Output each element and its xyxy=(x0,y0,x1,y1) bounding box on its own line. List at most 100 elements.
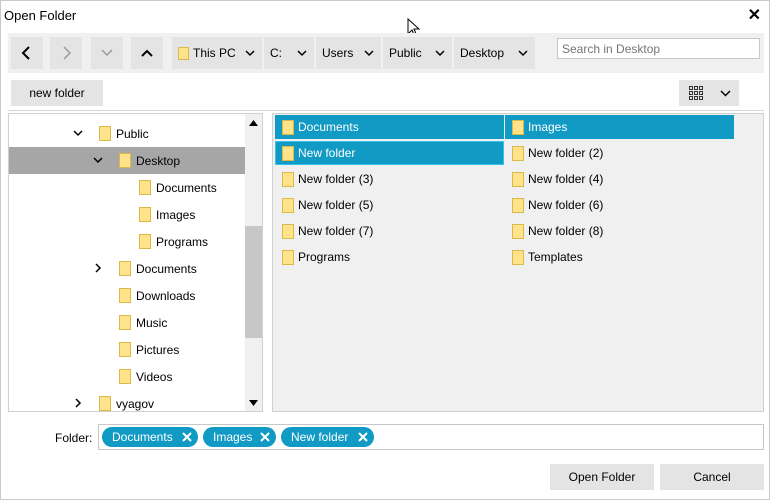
file-item-label: New folder xyxy=(298,146,356,160)
history-dropdown-button[interactable] xyxy=(91,37,123,69)
file-list-item[interactable]: New folder (5) xyxy=(275,193,504,217)
folder-icon xyxy=(119,342,131,357)
chevron-up-icon xyxy=(141,49,153,57)
open-folder-button[interactable]: Open Folder xyxy=(550,464,654,490)
breadcrumb-this-pc[interactable]: This PC xyxy=(172,37,262,69)
chevron-right-icon[interactable] xyxy=(73,398,83,408)
tree-item[interactable]: vyagov xyxy=(9,390,245,411)
file-list-item[interactable]: Documents xyxy=(275,115,504,139)
folder-chip: New folder xyxy=(281,427,374,447)
folder-chip: Documents xyxy=(102,427,198,447)
chevron-right-icon[interactable] xyxy=(93,263,103,273)
cancel-button[interactable]: Cancel xyxy=(660,464,764,490)
folder-icon xyxy=(512,146,524,161)
tree-item[interactable]: Desktop xyxy=(9,147,245,174)
tree-item-label: Images xyxy=(156,208,196,222)
tree-item-label: Public xyxy=(116,127,149,141)
folder-icon xyxy=(99,126,111,141)
remove-chip-icon[interactable] xyxy=(182,432,192,442)
breadcrumb-desktop[interactable]: Desktop xyxy=(454,37,535,69)
tree-item[interactable]: Public xyxy=(9,120,245,147)
remove-chip-icon[interactable] xyxy=(358,432,368,442)
back-button[interactable] xyxy=(11,37,43,69)
folder-field-label: Folder: xyxy=(55,431,93,445)
tree-item-label: Documents xyxy=(156,181,217,195)
close-icon[interactable]: ✕ xyxy=(748,5,761,25)
file-list-item[interactable]: Templates xyxy=(505,245,734,269)
grid-view-icon xyxy=(689,86,703,100)
tree-item[interactable]: Images xyxy=(9,201,245,228)
file-item-label: New folder (3) xyxy=(298,172,374,186)
chevron-down-icon xyxy=(435,50,445,57)
tree-item-label: Downloads xyxy=(136,289,196,303)
folder-icon xyxy=(512,120,524,135)
chevron-down-icon[interactable] xyxy=(73,128,83,138)
navigation-bar: This PC C: Users Public Desktop xyxy=(8,33,764,73)
tree-item[interactable]: Documents xyxy=(9,255,245,282)
file-list-item[interactable]: New folder (2) xyxy=(505,141,734,165)
tree-item[interactable]: Programs xyxy=(9,228,245,255)
tree-item-label: Videos xyxy=(136,370,173,384)
scroll-up-icon[interactable] xyxy=(249,120,258,126)
view-mode-button[interactable] xyxy=(679,80,739,106)
file-list-item[interactable]: New folder xyxy=(275,141,504,165)
chevron-down-icon xyxy=(101,49,113,57)
breadcrumb-c-drive[interactable]: C: xyxy=(264,37,314,69)
folder-icon xyxy=(178,46,189,60)
folder-icon xyxy=(119,369,131,384)
file-list-item[interactable]: New folder (8) xyxy=(505,219,734,243)
tree-item[interactable]: Documents xyxy=(9,174,245,201)
file-item-label: Documents xyxy=(298,120,359,134)
breadcrumb-public[interactable]: Public xyxy=(383,37,452,69)
chevron-right-icon xyxy=(63,46,72,60)
search-input[interactable] xyxy=(557,38,760,59)
tree-scrollbar[interactable] xyxy=(245,114,262,411)
file-list-item[interactable]: New folder (4) xyxy=(505,167,734,191)
toolbar: new folder xyxy=(8,75,764,111)
breadcrumb-label: C: xyxy=(270,46,282,60)
folder-tree: Public Desktop Documents Images Programs Docu… xyxy=(8,113,263,412)
remove-chip-icon[interactable] xyxy=(260,432,270,442)
title-bar: Open Folder ✕ xyxy=(1,1,769,31)
folder-icon xyxy=(119,153,131,168)
tree-item[interactable]: Videos xyxy=(9,363,245,390)
window-title: Open Folder xyxy=(4,8,77,23)
file-item-label: New folder (7) xyxy=(298,224,374,238)
chevron-down-icon[interactable] xyxy=(93,155,103,165)
chevron-down-icon xyxy=(245,50,255,57)
folder-icon xyxy=(99,396,111,411)
up-folder-button[interactable] xyxy=(131,37,163,69)
folder-icon xyxy=(282,172,294,187)
folder-selection-field[interactable]: Documents Images New folder xyxy=(98,424,764,450)
tree-item-label: Programs xyxy=(156,235,209,249)
tree-item[interactable]: Downloads xyxy=(9,282,245,309)
forward-button[interactable] xyxy=(50,37,82,69)
file-item-label: Programs xyxy=(298,250,351,264)
folder-icon xyxy=(139,234,151,249)
breadcrumb-label: Users xyxy=(322,46,354,60)
file-list-item[interactable]: Images xyxy=(505,115,734,139)
folder-icon xyxy=(282,250,294,265)
folder-chip: Images xyxy=(203,427,276,447)
scrollbar-thumb[interactable] xyxy=(245,226,262,338)
breadcrumb-users[interactable]: Users xyxy=(316,37,381,69)
tree-item-label: Music xyxy=(136,316,168,330)
scroll-down-icon[interactable] xyxy=(249,400,258,406)
file-list-item[interactable]: New folder (3) xyxy=(275,167,504,191)
tree-item[interactable]: Music xyxy=(9,309,245,336)
tree-item[interactable]: Pictures xyxy=(9,336,245,363)
folder-icon xyxy=(282,120,294,135)
chip-label: Documents xyxy=(112,430,173,444)
file-list-item[interactable]: New folder (6) xyxy=(505,193,734,217)
tree-item-label: Desktop xyxy=(136,154,181,168)
chevron-down-icon xyxy=(364,50,374,57)
file-item-label: New folder (5) xyxy=(298,198,374,212)
file-list-item[interactable]: New folder (7) xyxy=(275,219,504,243)
file-list-item[interactable]: Programs xyxy=(275,245,504,269)
file-item-label: New folder (6) xyxy=(528,198,604,212)
folder-icon xyxy=(282,146,294,161)
tree-item-label: Pictures xyxy=(136,343,180,357)
file-item-label: New folder (4) xyxy=(528,172,604,186)
new-folder-button[interactable]: new folder xyxy=(11,80,103,106)
folder-icon xyxy=(512,224,524,239)
